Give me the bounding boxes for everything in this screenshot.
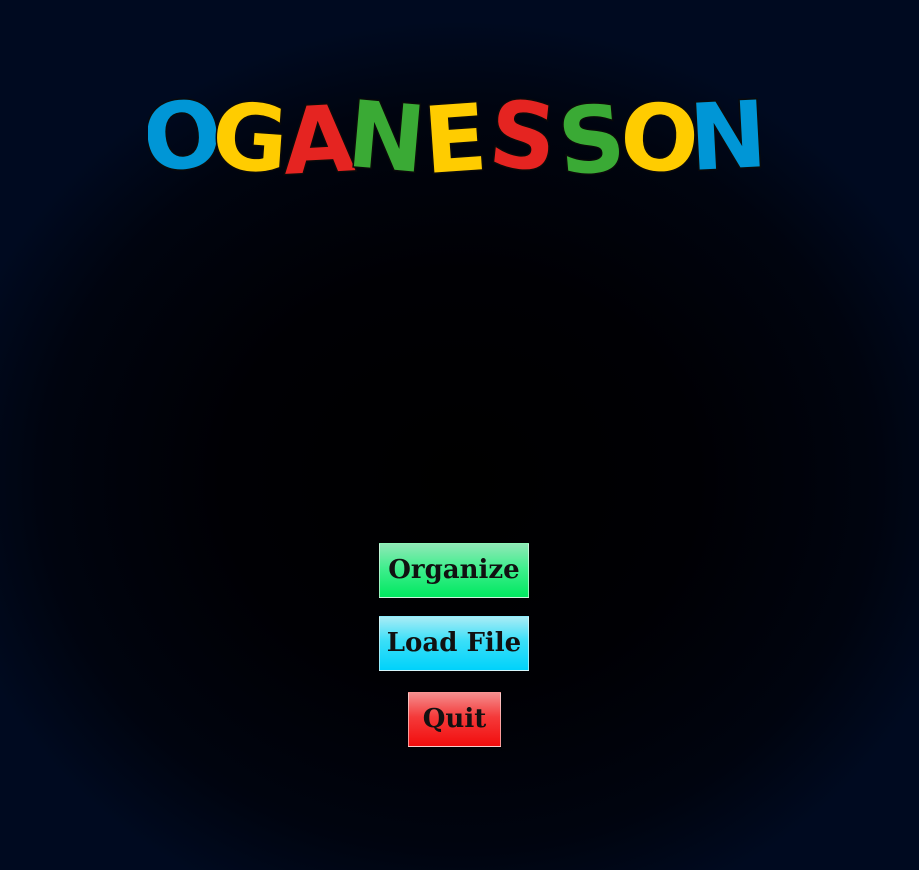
logo-letter: S xyxy=(484,86,561,182)
load-file-button[interactable]: Load File xyxy=(379,616,529,671)
logo-letter: E xyxy=(420,86,490,182)
quit-button[interactable]: Quit xyxy=(408,692,501,747)
organize-button[interactable]: Organize xyxy=(379,543,529,598)
logo-letter: N xyxy=(344,86,430,182)
oganesson-logo: OGANESSON xyxy=(148,86,762,182)
logo-letter: G xyxy=(209,86,292,182)
logo-letter: N xyxy=(687,86,762,182)
oganesson-logo-letters: OGANESSON xyxy=(148,86,762,182)
